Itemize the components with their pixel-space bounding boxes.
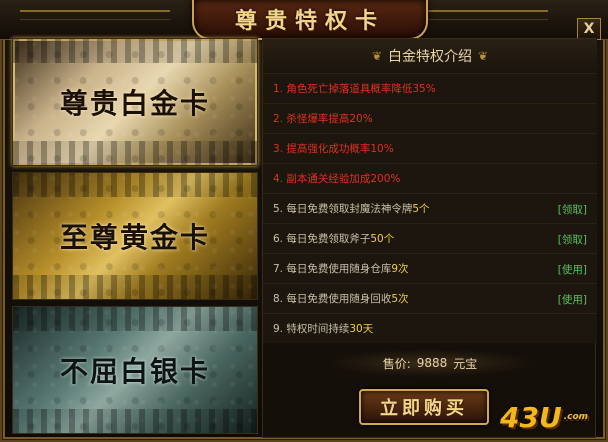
privilege-amount: 30天 [349, 323, 374, 335]
privilege-row: 1. 角色死亡掉落道具概率降低35% [263, 73, 597, 103]
close-button[interactable]: X [577, 18, 601, 40]
card-silver[interactable]: 不屈白银卡 [12, 306, 258, 434]
price-unit: 元宝 [453, 356, 478, 371]
privilege-row: 2. 杀怪爆率提高20% [263, 103, 597, 133]
privilege-text: 5. 每日免费领取封魔法神令牌 [273, 203, 413, 215]
privilege-row: 7. 每日免费使用随身仓库 9次 [使用] [263, 253, 597, 283]
privilege-text: 7. 每日免费使用随身仓库 [273, 263, 392, 275]
price-display: 售价: 9888 元宝 [325, 349, 535, 377]
card-platinum[interactable]: 尊贵白金卡 [12, 38, 258, 166]
title-ornament-left [20, 10, 170, 20]
privilege-panel: ❦ 白金特权介绍 ❦ 1. 角色死亡掉落道具概率降低35% 2. 杀怪爆率提高2… [262, 38, 597, 438]
title-plaque: 尊贵特权卡 [192, 0, 428, 40]
privilege-amount: 50个 [370, 233, 395, 245]
buy-now-button[interactable]: 立即购买 [359, 389, 489, 425]
privilege-amount: 5个 [412, 203, 430, 215]
privilege-row: 5. 每日免费领取封魔法神令牌 5个 [领取] [263, 193, 597, 223]
privilege-text: 8. 每日免费使用随身回收 [273, 293, 392, 305]
card-label: 不屈白银卡 [59, 355, 210, 388]
privilege-row: 4. 副本通关经验加成200% [263, 163, 597, 193]
card-label: 尊贵白金卡 [59, 87, 210, 120]
card-list: 尊贵白金卡 至尊黄金卡 不屈白银卡 [12, 38, 258, 438]
privilege-text: 1. 角色死亡掉落道具概率降低35% [273, 83, 436, 95]
privilege-row: 8. 每日免费使用随身回收 5次 [使用] [263, 283, 597, 313]
privilege-text: 9. 特权时间持续 [273, 323, 350, 335]
card-ornament-bottom [13, 141, 257, 165]
use-button[interactable]: [使用] [558, 292, 587, 307]
price-value: 9888 [416, 356, 448, 370]
card-ornament-top [13, 173, 257, 197]
card-ornament-top [13, 39, 257, 63]
privilege-list: 1. 角色死亡掉落道具概率降低35% 2. 杀怪爆率提高20% 3. 提高强化成… [263, 73, 597, 343]
privilege-row: 9. 特权时间持续 30天 [263, 313, 597, 343]
price-label: 售价: [382, 356, 411, 371]
card-gold[interactable]: 至尊黄金卡 [12, 172, 258, 300]
privilege-text: 6. 每日免费领取斧子 [273, 233, 371, 245]
panel-header: ❦ 白金特权介绍 ❦ [263, 39, 597, 73]
claim-button[interactable]: [领取] [558, 202, 587, 217]
privilege-amount: 9次 [391, 263, 409, 275]
card-label: 至尊黄金卡 [59, 221, 210, 254]
card-ornament-bottom [13, 409, 257, 433]
card-ornament-bottom [13, 275, 257, 299]
use-button[interactable]: [使用] [558, 262, 587, 277]
dialog-title: 尊贵特权卡 [234, 8, 385, 34]
privilege-row: 6. 每日免费领取斧子 50个 [领取] [263, 223, 597, 253]
wing-ornament-right-icon: ❦ [478, 49, 489, 63]
panel-title: 白金特权介绍 [388, 49, 472, 65]
claim-button[interactable]: [领取] [558, 232, 587, 247]
privilege-text: 3. 提高强化成功概率10% [273, 143, 394, 155]
privilege-amount: 5次 [391, 293, 409, 305]
privilege-row: 3. 提高强化成功概率10% [263, 133, 597, 163]
site-logo: 43U .com [500, 400, 592, 434]
logo-suffix: .com [563, 412, 589, 422]
wing-ornament-left-icon: ❦ [371, 49, 382, 63]
privilege-text: 2. 杀怪爆率提高20% [273, 113, 373, 125]
privilege-text: 4. 副本通关经验加成200% [273, 173, 401, 185]
title-bar: 尊贵特权卡 X [0, 0, 608, 40]
card-ornament-top [13, 307, 257, 331]
logo-text: 43U [500, 400, 562, 434]
